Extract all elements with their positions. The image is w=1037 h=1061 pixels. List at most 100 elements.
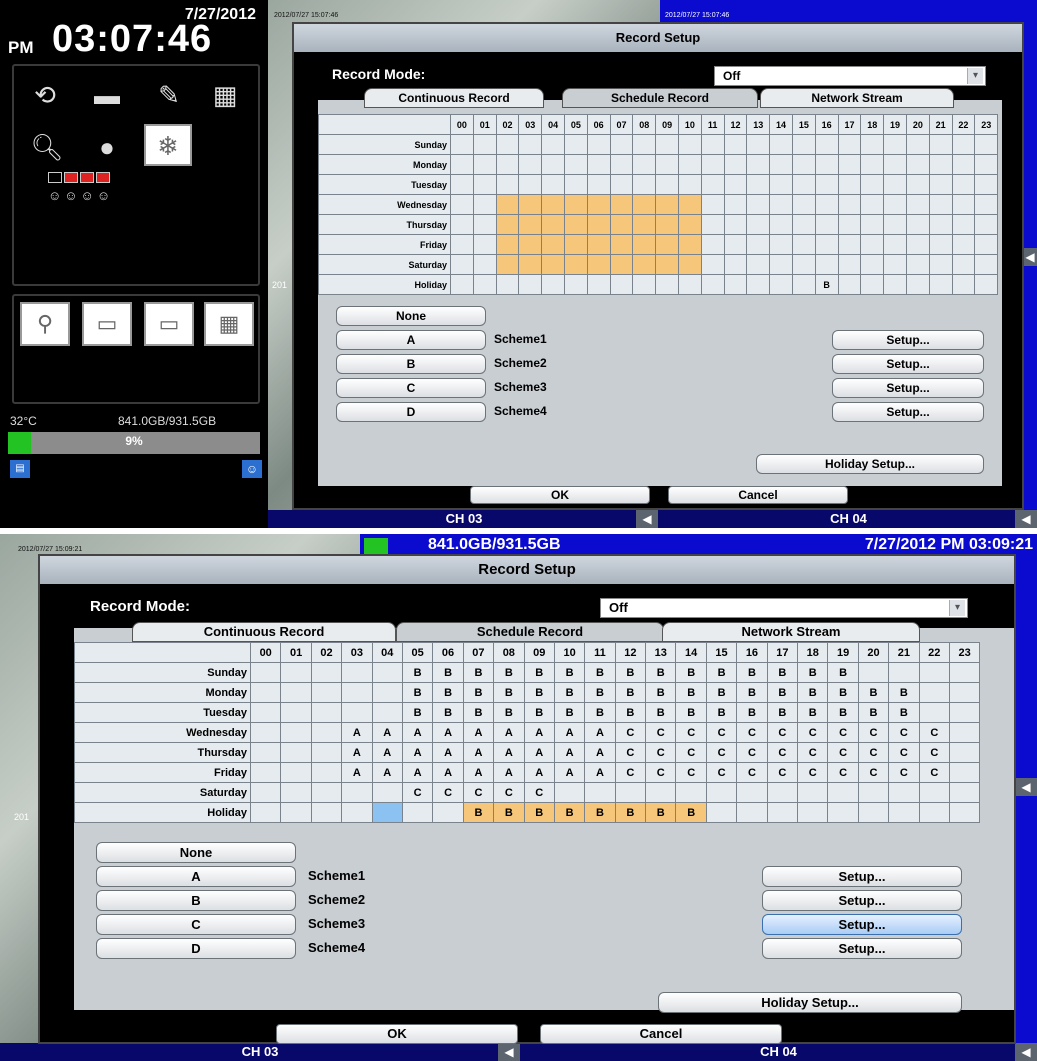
schedule-cell[interactable] — [905, 134, 930, 155]
schedule-cell[interactable] — [948, 762, 981, 783]
schedule-cell[interactable] — [883, 194, 907, 215]
schedule-cell[interactable] — [632, 154, 657, 175]
schedule-cell[interactable] — [700, 194, 725, 215]
schedule-cell[interactable] — [655, 174, 679, 195]
schedule-cell[interactable]: A — [401, 722, 434, 743]
schedule-cell[interactable] — [860, 194, 885, 215]
schedule-cell[interactable] — [700, 174, 725, 195]
schedule-cell[interactable] — [563, 174, 588, 195]
tab-network-stream[interactable]: Network Stream — [662, 622, 920, 642]
setup-button-4[interactable]: Setup... — [832, 402, 984, 422]
schedule-cell[interactable] — [586, 214, 611, 235]
schedule-cell[interactable] — [837, 194, 862, 215]
single-layout-icon[interactable]: ▭ — [144, 302, 194, 346]
schedule-cell[interactable]: C — [766, 762, 799, 783]
schedule-cell[interactable] — [450, 274, 474, 295]
schedule-cell[interactable] — [632, 254, 657, 275]
schedule-cell[interactable] — [827, 802, 859, 823]
schedule-cell[interactable]: B — [614, 682, 647, 703]
quad-layout-icon[interactable]: ▦ — [204, 302, 254, 346]
schedule-cell[interactable] — [584, 782, 616, 803]
folder-icon[interactable]: ▬ — [88, 78, 126, 112]
schedule-cell[interactable]: C — [827, 722, 859, 743]
schedule-cell[interactable] — [586, 154, 611, 175]
speaker-icon[interactable]: ◀ — [1015, 778, 1037, 796]
setup-button-1[interactable]: Setup... — [832, 330, 984, 350]
schedule-cell[interactable]: A — [371, 742, 403, 763]
schedule-cell[interactable]: B — [523, 662, 555, 683]
schedule-cell[interactable] — [723, 154, 748, 175]
schedule-cell[interactable] — [614, 782, 647, 803]
schedule-cell[interactable] — [814, 254, 839, 275]
schedule-cell[interactable] — [905, 274, 930, 295]
schedule-cell[interactable]: C — [675, 722, 707, 743]
schedule-cell[interactable] — [371, 782, 403, 803]
schedule-cell[interactable] — [518, 254, 543, 275]
schedule-cell[interactable] — [883, 174, 907, 195]
schedule-cell[interactable]: B — [553, 682, 586, 703]
schedule-cell[interactable] — [518, 194, 543, 215]
schedule-cell[interactable] — [797, 802, 829, 823]
schedule-cell[interactable] — [586, 274, 611, 295]
schedule-cell[interactable]: B — [614, 702, 647, 723]
speaker-icon[interactable]: ◀ — [1023, 248, 1037, 266]
search-doc-icon[interactable]: 🔍︎ — [28, 130, 66, 164]
schedule-cell[interactable] — [791, 154, 816, 175]
schedule-cell[interactable]: B — [797, 662, 829, 683]
schedule-cell[interactable] — [723, 194, 748, 215]
schedule-cell[interactable] — [837, 154, 862, 175]
schedule-cell[interactable]: B — [766, 662, 799, 683]
schedule-cell[interactable]: B — [523, 682, 555, 703]
schedule-cell[interactable] — [928, 214, 953, 235]
schedule-cell[interactable]: A — [371, 762, 403, 783]
schedule-cell[interactable] — [472, 134, 497, 155]
schedule-cell[interactable] — [310, 662, 343, 683]
schedule-cell[interactable]: B — [766, 682, 799, 703]
schedule-cell[interactable] — [974, 174, 999, 195]
schedule-cell[interactable]: A — [493, 742, 525, 763]
schedule-cell[interactable] — [632, 234, 657, 255]
schedule-cell[interactable]: A — [371, 722, 403, 743]
schedule-cell[interactable]: B — [675, 682, 707, 703]
schedule-cell[interactable] — [450, 174, 474, 195]
schedule-cell[interactable] — [791, 174, 816, 195]
schedule-cell[interactable] — [791, 254, 816, 275]
schedule-cell[interactable]: B — [432, 662, 464, 683]
scheme-d-button[interactable]: D — [96, 938, 296, 959]
schedule-cell[interactable] — [905, 234, 930, 255]
calendar-search-icon[interactable]: ▦ — [206, 78, 244, 112]
schedule-cell[interactable] — [371, 802, 403, 823]
schedule-cell[interactable] — [563, 234, 588, 255]
schedule-cell[interactable] — [948, 802, 981, 823]
schedule-cell[interactable] — [918, 782, 950, 803]
schedule-cell[interactable] — [450, 214, 474, 235]
setup-button-4[interactable]: Setup... — [762, 938, 962, 959]
schedule-cell[interactable]: B — [493, 702, 525, 723]
schedule-cell[interactable]: B — [553, 802, 586, 823]
schedule-cell[interactable] — [905, 194, 930, 215]
cancel-button[interactable]: Cancel — [540, 1024, 782, 1044]
chevron-down-icon[interactable]: ▾ — [949, 600, 965, 616]
schedule-cell[interactable] — [769, 154, 793, 175]
schedule-cell[interactable] — [586, 254, 611, 275]
schedule-cell[interactable] — [677, 234, 702, 255]
schedule-cell[interactable] — [677, 274, 702, 295]
schedule-cell[interactable] — [495, 154, 520, 175]
schedule-cell[interactable] — [746, 274, 771, 295]
schedule-cell[interactable] — [814, 174, 839, 195]
schedule-cell[interactable] — [948, 662, 981, 683]
schedule-cell[interactable] — [905, 254, 930, 275]
schedule-cell[interactable] — [563, 194, 588, 215]
schedule-cell[interactable] — [814, 134, 839, 155]
schedule-cell[interactable]: C — [797, 742, 829, 763]
tab-schedule-record[interactable]: Schedule Record — [396, 622, 664, 642]
schedule-cell[interactable] — [948, 742, 981, 763]
schedule-cell[interactable] — [860, 254, 885, 275]
schedule-cell[interactable] — [814, 214, 839, 235]
schedule-cell[interactable] — [655, 194, 679, 215]
schedule-cell[interactable] — [857, 782, 890, 803]
setup-button-3[interactable]: Setup... — [832, 378, 984, 398]
schedule-cell[interactable] — [700, 154, 725, 175]
schedule-cell[interactable] — [791, 134, 816, 155]
schedule-cell[interactable] — [928, 234, 953, 255]
